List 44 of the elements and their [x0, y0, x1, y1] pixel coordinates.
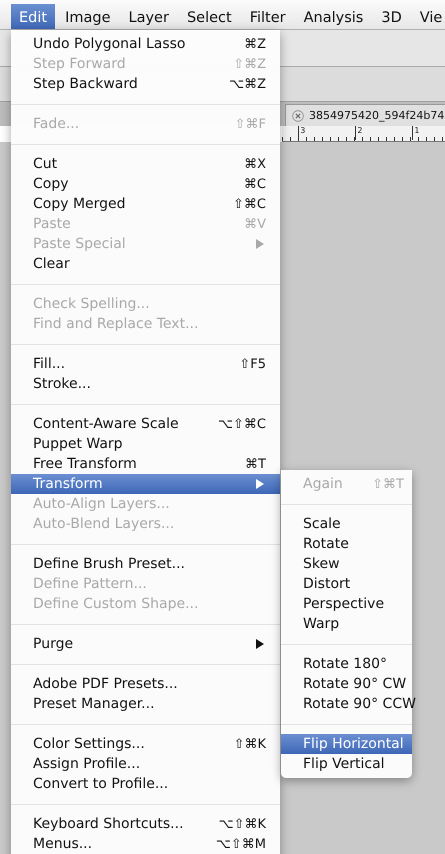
menu-item[interactable]: Cut ⌘X [11, 154, 280, 174]
menu-item[interactable]: Content-Aware Scale ⌥⇧⌘C [11, 414, 280, 434]
menu-item[interactable]: Warp [281, 614, 412, 634]
menu-bar-item[interactable]: 3D [373, 4, 410, 29]
ruler-label: 1 [412, 126, 420, 140]
menu-item[interactable]: Rotate 90° CW [281, 674, 412, 694]
menu-item[interactable]: Fill... ⇧F5 [11, 354, 280, 374]
menu-item[interactable]: Transform [11, 474, 280, 494]
menu-item[interactable]: Step Backward ⌥⌘Z [11, 74, 280, 94]
menu-bar-item[interactable]: Select [178, 4, 240, 29]
menu-item[interactable]: Flip Vertical [281, 754, 412, 774]
menu-item[interactable]: Rotate 180° [281, 654, 412, 674]
menu-item[interactable]: Assign Profile... [11, 754, 280, 774]
menu-bar-item[interactable]: Image [57, 4, 119, 29]
menu-item[interactable]: Perspective [281, 594, 412, 614]
menu-item[interactable]: Puppet Warp [11, 434, 280, 454]
menu-item[interactable]: Color Settings... ⇧⌘K [11, 734, 280, 754]
ruler-label: 3 [298, 126, 306, 140]
menu-item[interactable]: Undo Polygonal Lasso ⌘Z [11, 34, 280, 54]
menu-item[interactable]: Adobe PDF Presets... [11, 674, 280, 694]
menu-item[interactable]: Copy Merged ⇧⌘C [11, 194, 280, 214]
menu-item[interactable]: Clear [11, 254, 280, 274]
menu-item[interactable]: Convert to Profile... [11, 774, 280, 794]
menu-item[interactable]: Menus... ⌥⇧⌘M [11, 834, 280, 854]
menu-bar-item[interactable]: Edit [11, 4, 56, 29]
document-tab[interactable]: 3854975420_594f24b74 [285, 104, 445, 126]
menu-item[interactable]: Skew [281, 554, 412, 574]
menu-item[interactable]: Flip Horizontal [281, 734, 412, 754]
menu-bar-item[interactable]: Layer [120, 4, 177, 29]
menu-item[interactable]: Define Brush Preset... [11, 554, 280, 574]
menu-item[interactable]: Copy ⌘C [11, 174, 280, 194]
menu-bar-item[interactable]: Vie [412, 4, 445, 29]
menu-item[interactable]: Distort [281, 574, 412, 594]
menu-item[interactable]: Keyboard Shortcuts... ⌥⇧⌘K [11, 814, 280, 834]
ruler-label: 2 [355, 126, 362, 140]
menu-item[interactable]: Stroke... [11, 374, 280, 394]
menu-bar-item[interactable]: Analysis [296, 4, 372, 29]
menu-item[interactable]: Scale [281, 514, 412, 534]
menu-item[interactable]: Purge [11, 634, 280, 654]
menu-item[interactable]: Free Transform ⌘T [11, 454, 280, 474]
close-icon[interactable] [292, 110, 304, 122]
menu-item[interactable]: Preset Manager... [11, 694, 280, 714]
menu-item[interactable]: Rotate [281, 534, 412, 554]
menu-bar-item[interactable]: Filter [242, 4, 294, 29]
